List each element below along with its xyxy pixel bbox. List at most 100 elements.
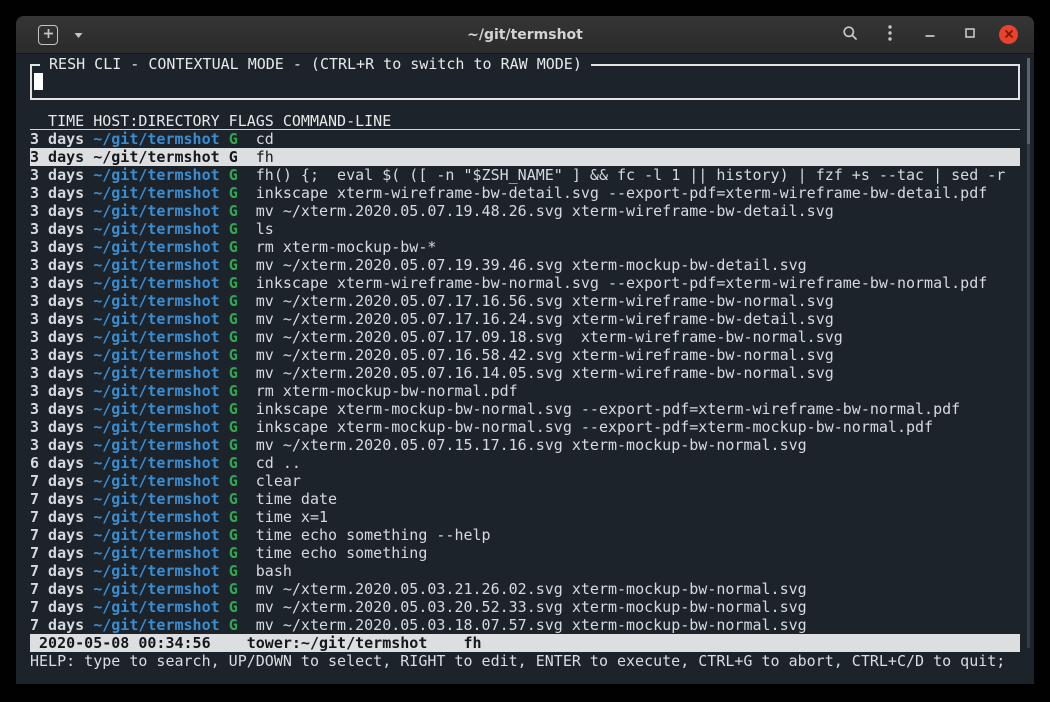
history-row[interactable]: 3 days ~/git/termshot G mv ~/xterm.2020.…	[30, 310, 1020, 328]
history-row[interactable]: 3 days ~/git/termshot G mv ~/xterm.2020.…	[30, 436, 1020, 454]
history-time: 3 days	[30, 130, 93, 148]
history-flags: G	[229, 544, 256, 562]
history-row[interactable]: 3 days ~/git/termshot G rm xterm-mockup-…	[30, 382, 1020, 400]
history-row[interactable]: 7 days ~/git/termshot G time date	[30, 490, 1020, 508]
history-command: time echo something	[256, 544, 428, 562]
history-row[interactable]: 3 days ~/git/termshot G inkscape xterm-m…	[30, 418, 1020, 436]
history-time: 7 days	[30, 490, 93, 508]
history-row[interactable]: 3 days ~/git/termshot G mv ~/xterm.2020.…	[30, 364, 1020, 382]
history-row[interactable]: 3 days ~/git/termshot G cd	[30, 130, 1020, 148]
history-row[interactable]: 7 days ~/git/termshot G bash	[30, 562, 1020, 580]
history-command: mv ~/xterm.2020.05.03.21.26.02.svg xterm…	[256, 580, 807, 598]
history-command: mv ~/xterm.2020.05.07.16.14.05.svg xterm…	[256, 364, 834, 382]
history-row[interactable]: 7 days ~/git/termshot G mv ~/xterm.2020.…	[30, 580, 1020, 598]
history-row[interactable]: 7 days ~/git/termshot G time echo someth…	[30, 526, 1020, 544]
history-host-directory: ~/git/termshot	[93, 400, 228, 418]
history-row[interactable]: 7 days ~/git/termshot G time x=1	[30, 508, 1020, 526]
search-box-title: RESH CLI - CONTEXTUAL MODE - (CTRL+R to …	[40, 55, 591, 73]
history-list: 3 days ~/git/termshot G cd 3 days ~/git/…	[30, 130, 1020, 634]
history-time: 3 days	[30, 436, 93, 454]
search-box: RESH CLI - CONTEXTUAL MODE - (CTRL+R to …	[30, 64, 1020, 100]
history-flags: G	[229, 310, 256, 328]
history-host-directory: ~/git/termshot	[93, 508, 228, 526]
history-time: 3 days	[30, 274, 93, 292]
history-time: 3 days	[30, 256, 93, 274]
history-flags: G	[229, 346, 256, 364]
history-time: 3 days	[30, 220, 93, 238]
history-host-directory: ~/git/termshot	[93, 310, 228, 328]
history-command: inkscape xterm-wireframe-bw-detail.svg -…	[256, 184, 988, 202]
history-host-directory: ~/git/termshot	[93, 346, 228, 364]
history-command: time date	[256, 490, 337, 508]
history-host-directory: ~/git/termshot	[93, 292, 228, 310]
history-time: 7 days	[30, 508, 93, 526]
history-row[interactable]: 3 days ~/git/termshot G rm xterm-mockup-…	[30, 238, 1020, 256]
history-row[interactable]: 3 days ~/git/termshot G mv ~/xterm.2020.…	[30, 328, 1020, 346]
history-row[interactable]: 3 days ~/git/termshot G inkscape xterm-m…	[30, 400, 1020, 418]
history-row[interactable]: 3 days ~/git/termshot G mv ~/xterm.2020.…	[30, 256, 1020, 274]
titlebar-left-controls	[16, 24, 89, 46]
history-time: 3 days	[30, 292, 93, 310]
restore-button[interactable]	[959, 24, 981, 46]
history-host-directory: ~/git/termshot	[93, 562, 228, 580]
history-row[interactable]: 6 days ~/git/termshot G cd ..	[30, 454, 1020, 472]
history-flags: G	[229, 454, 256, 472]
history-flags: G	[229, 616, 256, 634]
history-host-directory: ~/git/termshot	[93, 364, 228, 382]
history-flags: G	[229, 418, 256, 436]
history-row[interactable]: 3 days ~/git/termshot G ls	[30, 220, 1020, 238]
history-time: 3 days	[30, 148, 93, 166]
column-header: TIME HOST:DIRECTORY FLAGS COMMAND-LINE	[30, 112, 1020, 130]
history-row[interactable]: 7 days ~/git/termshot G clear	[30, 472, 1020, 490]
history-row[interactable]: 7 days ~/git/termshot G time echo someth…	[30, 544, 1020, 562]
scrollbar[interactable]	[1027, 58, 1030, 648]
history-command: rm xterm-mockup-bw-normal.pdf	[256, 382, 518, 400]
history-time: 3 days	[30, 418, 93, 436]
history-host-directory: ~/git/termshot	[93, 148, 228, 166]
history-command: clear	[256, 472, 301, 490]
history-command: mv ~/xterm.2020.05.07.19.39.46.svg xterm…	[256, 256, 807, 274]
history-row[interactable]: 3 days ~/git/termshot G fh() {; eval $( …	[30, 166, 1020, 184]
history-command: bash	[256, 562, 292, 580]
history-row[interactable]: 3 days ~/git/termshot G inkscape xterm-w…	[30, 274, 1020, 292]
chevron-down-icon	[73, 27, 84, 42]
history-host-directory: ~/git/termshot	[93, 454, 228, 472]
history-row[interactable]: 3 days ~/git/termshot G mv ~/xterm.2020.…	[30, 202, 1020, 220]
history-host-directory: ~/git/termshot	[93, 490, 228, 508]
history-time: 7 days	[30, 562, 93, 580]
menu-button[interactable]	[879, 24, 901, 46]
history-command: mv ~/xterm.2020.05.03.20.52.33.svg xterm…	[256, 598, 807, 616]
history-flags: G	[229, 526, 256, 544]
history-time: 7 days	[30, 472, 93, 490]
history-command: inkscape xterm-mockup-bw-normal.svg --ex…	[256, 418, 933, 436]
history-host-directory: ~/git/termshot	[93, 238, 228, 256]
history-host-directory: ~/git/termshot	[93, 184, 228, 202]
history-host-directory: ~/git/termshot	[93, 598, 228, 616]
restore-icon	[964, 27, 976, 42]
history-flags: G	[229, 256, 256, 274]
close-button[interactable]	[999, 25, 1018, 44]
history-row[interactable]: 3 days ~/git/termshot G mv ~/xterm.2020.…	[30, 292, 1020, 310]
history-time: 3 days	[30, 202, 93, 220]
history-row[interactable]: 7 days ~/git/termshot G mv ~/xterm.2020.…	[30, 616, 1020, 634]
history-command: mv ~/xterm.2020.05.07.19.48.26.svg xterm…	[256, 202, 834, 220]
history-row[interactable]: 7 days ~/git/termshot G mv ~/xterm.2020.…	[30, 598, 1020, 616]
history-time: 7 days	[30, 544, 93, 562]
new-tab-button[interactable]	[38, 25, 58, 45]
minimize-button[interactable]	[919, 24, 941, 46]
help-line: HELP: type to search, UP/DOWN to select,…	[30, 652, 1020, 670]
history-command: fh	[256, 148, 274, 166]
search-button[interactable]	[839, 24, 861, 46]
history-time: 3 days	[30, 346, 93, 364]
scrollbar-thumb[interactable]	[1027, 58, 1030, 144]
tab-list-button[interactable]	[67, 24, 89, 46]
history-row[interactable]: 3 days ~/git/termshot G fh	[30, 148, 1020, 166]
status-bar: 2020-05-08 00:34:56 tower:~/git/termshot…	[30, 634, 1020, 652]
history-flags: G	[229, 508, 256, 526]
history-command: cd ..	[256, 454, 301, 472]
history-time: 3 days	[30, 238, 93, 256]
history-time: 7 days	[30, 616, 93, 634]
history-flags: G	[229, 292, 256, 310]
history-row[interactable]: 3 days ~/git/termshot G mv ~/xterm.2020.…	[30, 346, 1020, 364]
history-row[interactable]: 3 days ~/git/termshot G inkscape xterm-w…	[30, 184, 1020, 202]
